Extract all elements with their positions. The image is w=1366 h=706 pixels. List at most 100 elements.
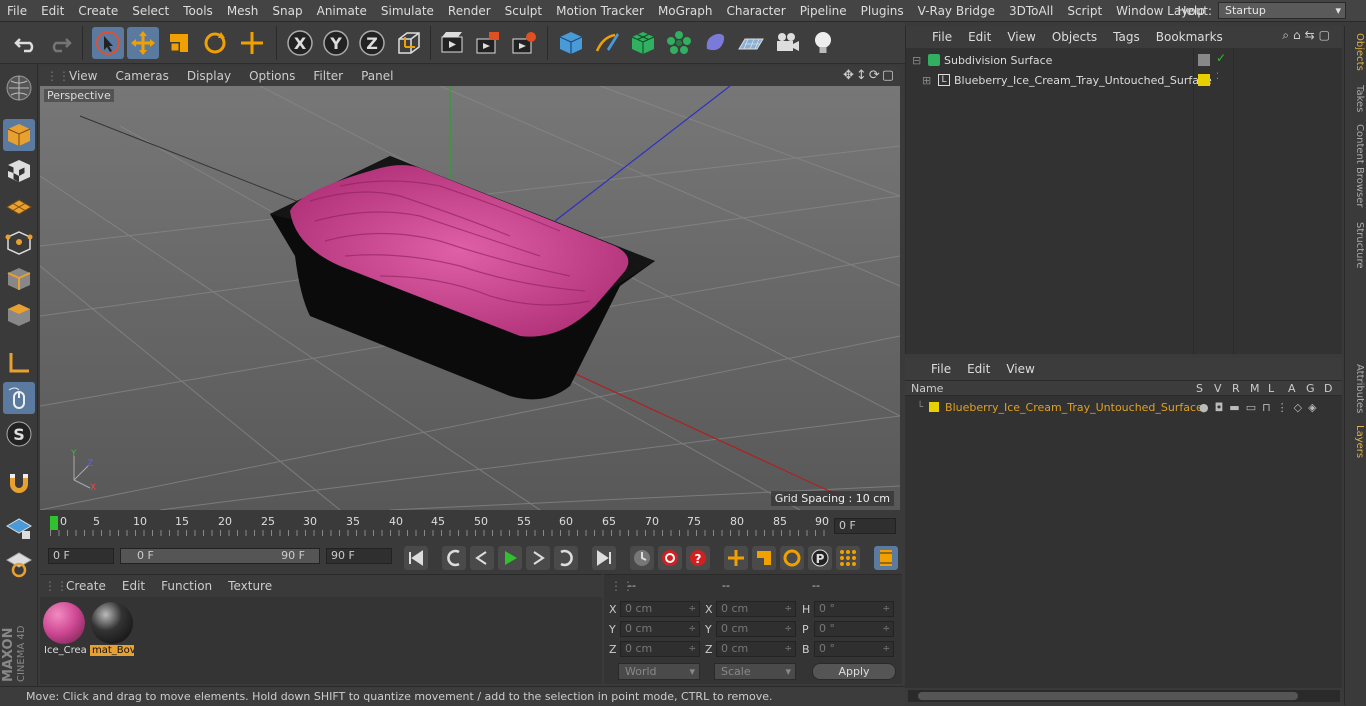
menu-3dtoall[interactable]: 3DToAll [1002,4,1060,18]
snap-icon[interactable]: S [3,418,35,450]
viewport-menu-display[interactable]: Display [178,69,240,83]
key-scale-icon[interactable] [752,546,776,570]
rotate-icon[interactable] [199,27,231,59]
scrollbar-thumb[interactable] [918,692,1298,700]
cloner-icon[interactable] [663,27,695,59]
play-icon[interactable] [498,546,522,570]
coord-mode-dropdown[interactable]: World [618,663,700,680]
menu-pipeline[interactable]: Pipeline [793,4,854,18]
object-menu-view[interactable]: View [999,30,1043,44]
coord-system-icon[interactable] [393,27,425,59]
points-mode-icon[interactable] [3,227,35,259]
current-frame-field[interactable]: 0 F [834,518,896,534]
apply-button[interactable]: Apply [812,663,896,680]
layer-menu-file[interactable]: File [923,362,959,376]
size-z-field[interactable]: 0 cm [716,641,796,657]
menu-mesh[interactable]: Mesh [220,4,266,18]
visibility-dots-icon[interactable]: ⁚ [1216,72,1219,82]
material-swatch-ice-cream[interactable]: Ice_Crea [42,601,86,657]
menu-window[interactable]: Window [1109,4,1170,18]
autokey-icon[interactable]: ? [686,546,710,570]
prev-keyframe-icon[interactable] [442,546,466,570]
z-axis-icon[interactable]: Z [356,27,388,59]
menu-select[interactable]: Select [125,4,176,18]
rotation-p-field[interactable]: 0 ° [814,621,894,637]
viewport-menu-panel[interactable]: Panel [352,69,402,83]
deformer-icon[interactable] [699,27,731,59]
menu-character[interactable]: Character [719,4,792,18]
object-menu-objects[interactable]: Objects [1044,30,1105,44]
menu-file[interactable]: File [0,4,34,18]
next-keyframe-icon[interactable] [554,546,578,570]
go-to-start-icon[interactable] [404,546,428,570]
axis-mode-icon[interactable] [3,347,35,379]
end-frame-field[interactable]: 90 F [326,548,392,564]
floor-icon[interactable] [735,27,767,59]
tab-attributes[interactable]: Attributes [1347,362,1365,416]
menu-simulate[interactable]: Simulate [374,4,441,18]
viewport-menu-cameras[interactable]: Cameras [106,69,177,83]
move-icon[interactable] [127,27,159,59]
viewport-menu-options[interactable]: Options [240,69,304,83]
size-mode-dropdown[interactable]: Scale [714,663,796,680]
workplane-lock-icon[interactable] [3,512,35,544]
object-menu-file[interactable]: File [924,30,960,44]
frame-range-slider[interactable]: 0 F 90 F [120,548,320,564]
prev-frame-icon[interactable] [470,546,494,570]
key-rotation-icon[interactable] [780,546,804,570]
viewport-menu-view[interactable]: View [60,69,106,83]
layer-toggle-icons[interactable]: ●◘▬▭⊓⋮◇◈ [1199,401,1323,414]
object-search-icons[interactable]: ⌕⌂⇆▢ [1282,28,1334,43]
subdivision-icon[interactable] [627,27,659,59]
material-swatch-bowl[interactable]: mat_Bov [90,601,134,657]
tree-expand-icon[interactable]: ⊞ [922,74,934,87]
cube-icon[interactable] [555,27,587,59]
layer-color-icon[interactable] [929,402,940,412]
menu-motion-tracker[interactable]: Motion Tracker [549,4,651,18]
select-cursor-icon[interactable] [92,27,124,59]
redo-icon[interactable] [44,27,76,59]
rotation-b-field[interactable]: 0 ° [814,641,894,657]
menu-script[interactable]: Script [1060,4,1109,18]
record-keyframe-icon[interactable] [658,546,682,570]
viewport-nav-icons[interactable]: ✥↕⟳▢ [843,68,896,83]
tab-takes[interactable]: Takes [1347,82,1365,116]
next-frame-icon[interactable] [526,546,550,570]
y-axis-icon[interactable]: Y [320,27,352,59]
camera-icon[interactable] [771,27,803,59]
object-menu-edit[interactable]: Edit [960,30,999,44]
tweak-mode-icon[interactable] [3,382,35,414]
object-menu-tags[interactable]: Tags [1105,30,1148,44]
layer-horizontal-scrollbar[interactable] [908,690,1340,702]
rotation-h-field[interactable]: 0 ° [814,601,894,617]
grid-snap-icon[interactable] [3,548,35,580]
move-plus-icon[interactable] [236,27,268,59]
tab-content-browser[interactable]: Content Browser [1347,122,1365,210]
workplane-icon[interactable] [3,191,35,223]
tab-objects[interactable]: Objects [1347,32,1365,72]
key-parameter-icon[interactable]: P [808,546,832,570]
size-x-field[interactable]: 0 cm [716,601,796,617]
render-settings-icon[interactable] [508,27,540,59]
model-mode-icon[interactable] [3,119,35,151]
light-icon[interactable] [807,27,839,59]
polygons-mode-icon[interactable] [3,299,35,331]
make-editable-icon[interactable] [3,72,35,104]
object-row-tray[interactable]: ⊞ L Blueberry_Ice_Cream_Tray_Untouched_S… [922,70,1212,90]
material-menu-texture[interactable]: Texture [220,579,280,593]
layer-menu-view[interactable]: View [998,362,1042,376]
layer-menu-edit[interactable]: Edit [959,362,998,376]
size-y-field[interactable]: 0 cm [716,621,796,637]
object-row-subdivision[interactable]: ⊟ Subdivision Surface [912,50,1052,70]
render-view-icon[interactable] [436,27,468,59]
magnet-icon[interactable] [3,466,35,498]
menu-edit[interactable]: Edit [34,4,71,18]
material-menu-function[interactable]: Function [153,579,220,593]
material-menu-create[interactable]: Create [58,579,114,593]
key-pla-icon[interactable] [836,546,860,570]
menu-render[interactable]: Render [441,4,498,18]
start-frame-field[interactable]: 0 F [48,548,114,564]
menu-tools[interactable]: Tools [176,4,220,18]
position-z-field[interactable]: 0 cm [620,641,700,657]
key-position-icon[interactable] [724,546,748,570]
